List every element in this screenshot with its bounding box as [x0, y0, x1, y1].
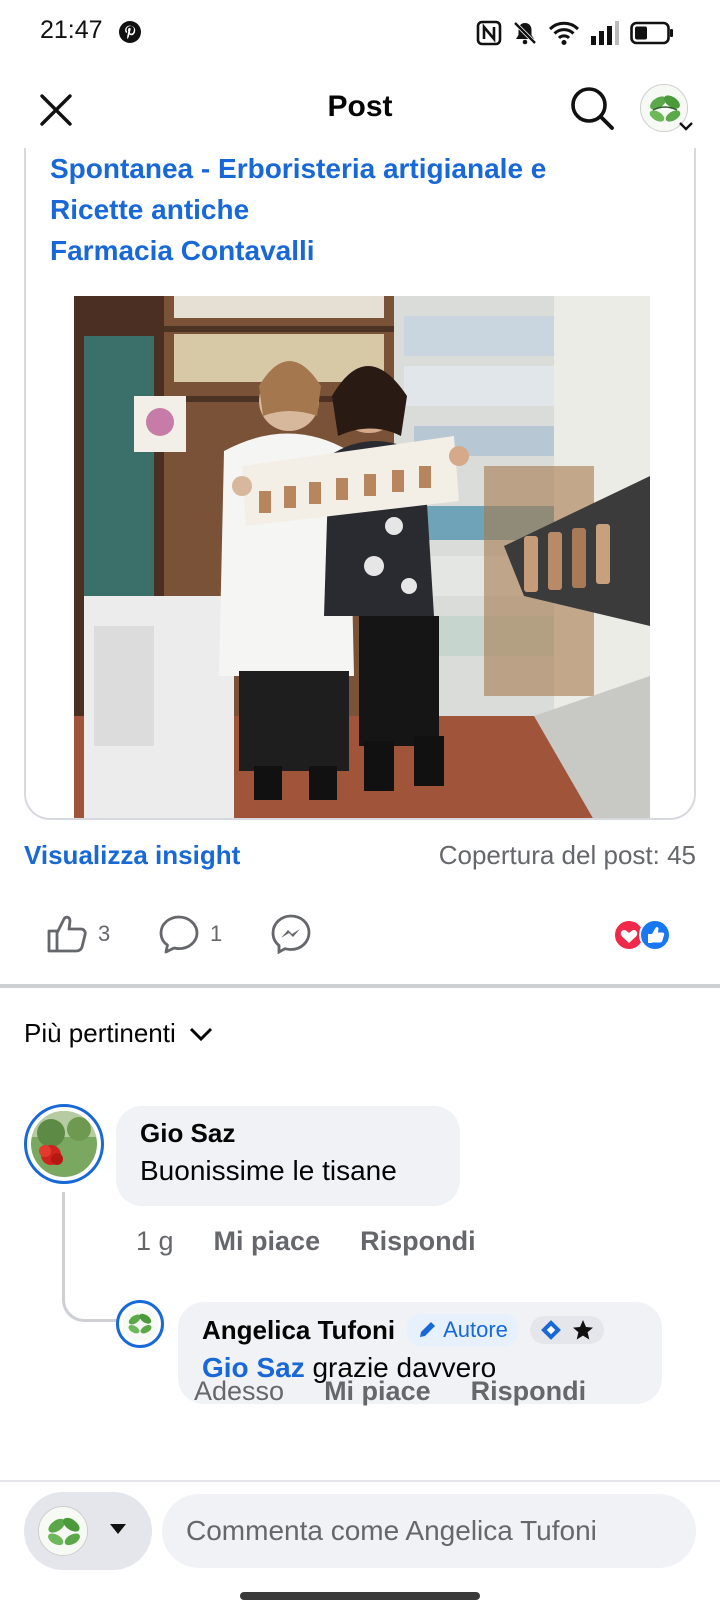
author-badge: Autore — [407, 1314, 518, 1346]
top-navigation: Post — [0, 72, 720, 148]
comment-time: 1 g — [136, 1226, 174, 1256]
commenter-avatar[interactable] — [24, 1104, 104, 1184]
spontanea-logo-icon — [122, 1306, 158, 1342]
nfc-icon — [476, 20, 502, 46]
profile-switcher-button[interactable] — [640, 82, 696, 138]
signal-icon — [591, 21, 619, 45]
shared-post-card[interactable]: Spontanea - Erboristeria artigianale e R… — [24, 148, 696, 820]
reply-to-reply-button[interactable]: Rispondi — [471, 1376, 587, 1407]
shared-post-title-line: Spontanea - Erboristeria artigianale e — [50, 153, 547, 184]
reply-author[interactable]: Angelica Tufoni — [202, 1315, 395, 1346]
view-insights-link[interactable]: Visualizza insight — [24, 840, 240, 871]
shared-post-title[interactable]: Spontanea - Erboristeria artigianale e R… — [50, 148, 650, 271]
mute-icon — [513, 21, 537, 45]
like-comment-button[interactable]: Mi piace — [214, 1226, 321, 1257]
post-reach: Copertura del post: 45 — [438, 840, 696, 870]
comment-sort-dropdown[interactable]: Più pertinenti — [24, 1018, 214, 1049]
comment-meta: 1 g Mi piace Rispondi — [136, 1226, 476, 1257]
page-identity-switcher[interactable] — [24, 1492, 152, 1570]
post-actions: 3 1 — [0, 908, 720, 962]
messenger-icon — [271, 914, 311, 954]
pinterest-icon — [119, 21, 141, 43]
insights-row: Visualizza insight Copertura del post: 4… — [24, 836, 696, 876]
send-messenger-button[interactable] — [270, 914, 312, 954]
section-divider — [0, 984, 720, 988]
post-photo[interactable] — [74, 296, 650, 820]
thread-line — [62, 1192, 122, 1322]
spontanea-logo-icon — [39, 1507, 87, 1555]
chevron-down-icon — [679, 122, 693, 131]
pencil-icon — [420, 1322, 436, 1337]
diamond-badge-icon — [541, 1320, 561, 1340]
comment-button[interactable]: 1 — [158, 914, 222, 954]
home-indicator[interactable] — [240, 1592, 480, 1600]
wifi-icon — [548, 21, 580, 45]
author-badge-label: Autore — [443, 1317, 508, 1342]
battery-icon — [630, 21, 673, 45]
comment-icon — [159, 915, 199, 954]
composer-divider — [0, 1480, 720, 1482]
comment-text: Buonissime le tisane — [140, 1155, 397, 1186]
star-icon — [572, 1320, 593, 1340]
status-time: 21:47 — [40, 16, 103, 44]
shared-post-title-line: Farmacia Contavalli — [50, 235, 315, 266]
status-bar: 21:47 — [0, 0, 720, 64]
reply-button[interactable]: Rispondi — [360, 1226, 476, 1257]
avatar — [38, 1506, 88, 1556]
sort-label: Più pertinenti — [24, 1018, 176, 1048]
search-icon — [571, 87, 614, 130]
caret-down-icon — [110, 1524, 126, 1534]
reply-author-avatar[interactable] — [116, 1300, 164, 1348]
shared-post-title-line: Ricette antiche — [50, 194, 250, 225]
like-reply-button[interactable]: Mi piace — [324, 1376, 431, 1407]
reply-time: Adesso — [194, 1376, 285, 1406]
comment-bubble[interactable]: Gio Saz Buonissime le tisane — [116, 1106, 460, 1206]
like-button[interactable]: 3 — [46, 914, 110, 954]
like-icon — [47, 915, 87, 953]
comment-count: 1 — [210, 921, 223, 946]
avatar — [31, 1111, 97, 1177]
status-icons — [476, 18, 674, 48]
comment-author[interactable]: Gio Saz — [140, 1118, 436, 1149]
comment-input[interactable] — [162, 1494, 696, 1568]
chevron-down-icon — [189, 1027, 212, 1041]
like-count: 3 — [98, 921, 111, 946]
reactions-summary[interactable] — [612, 918, 672, 952]
reply-meta: Adesso Mi piace Rispondi — [194, 1376, 586, 1407]
search-button[interactable] — [566, 82, 618, 134]
fan-badges — [529, 1316, 604, 1344]
